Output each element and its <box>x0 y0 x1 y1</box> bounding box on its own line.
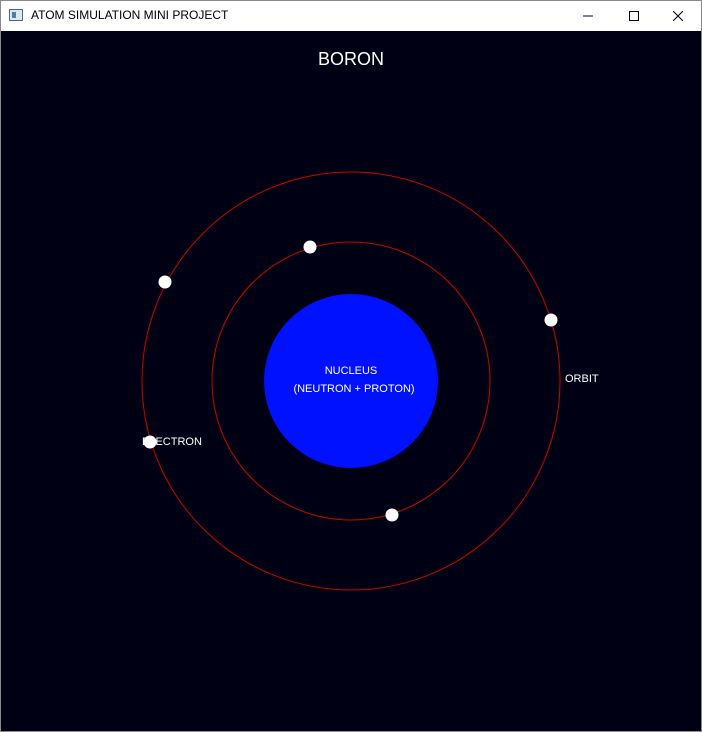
electron-outer-1 <box>158 275 172 289</box>
maximize-button[interactable] <box>611 1 657 31</box>
close-button[interactable] <box>655 1 701 31</box>
electron-inner-2 <box>385 508 399 522</box>
electron-label: ELECTRON <box>142 436 202 448</box>
title-bar[interactable]: ATOM SIMULATION MINI PROJECT <box>1 1 701 31</box>
simulation-canvas: BORON NUCLEUS (NEUTRON + PROTON) ORBIT E… <box>1 31 701 731</box>
electron-outer-2 <box>544 313 558 327</box>
app-window: ATOM SIMULATION MINI PROJECT BORON NUCLE… <box>0 0 702 732</box>
nucleus <box>264 294 438 468</box>
minimize-button[interactable] <box>565 1 611 31</box>
maximize-icon <box>629 11 639 21</box>
orbit-label: ORBIT <box>565 373 599 385</box>
close-icon <box>673 11 683 21</box>
minimize-icon <box>583 15 593 17</box>
window-title: ATOM SIMULATION MINI PROJECT <box>31 8 229 22</box>
app-icon <box>9 9 23 21</box>
electron-inner-1 <box>303 240 317 254</box>
element-title: BORON <box>317 49 384 69</box>
